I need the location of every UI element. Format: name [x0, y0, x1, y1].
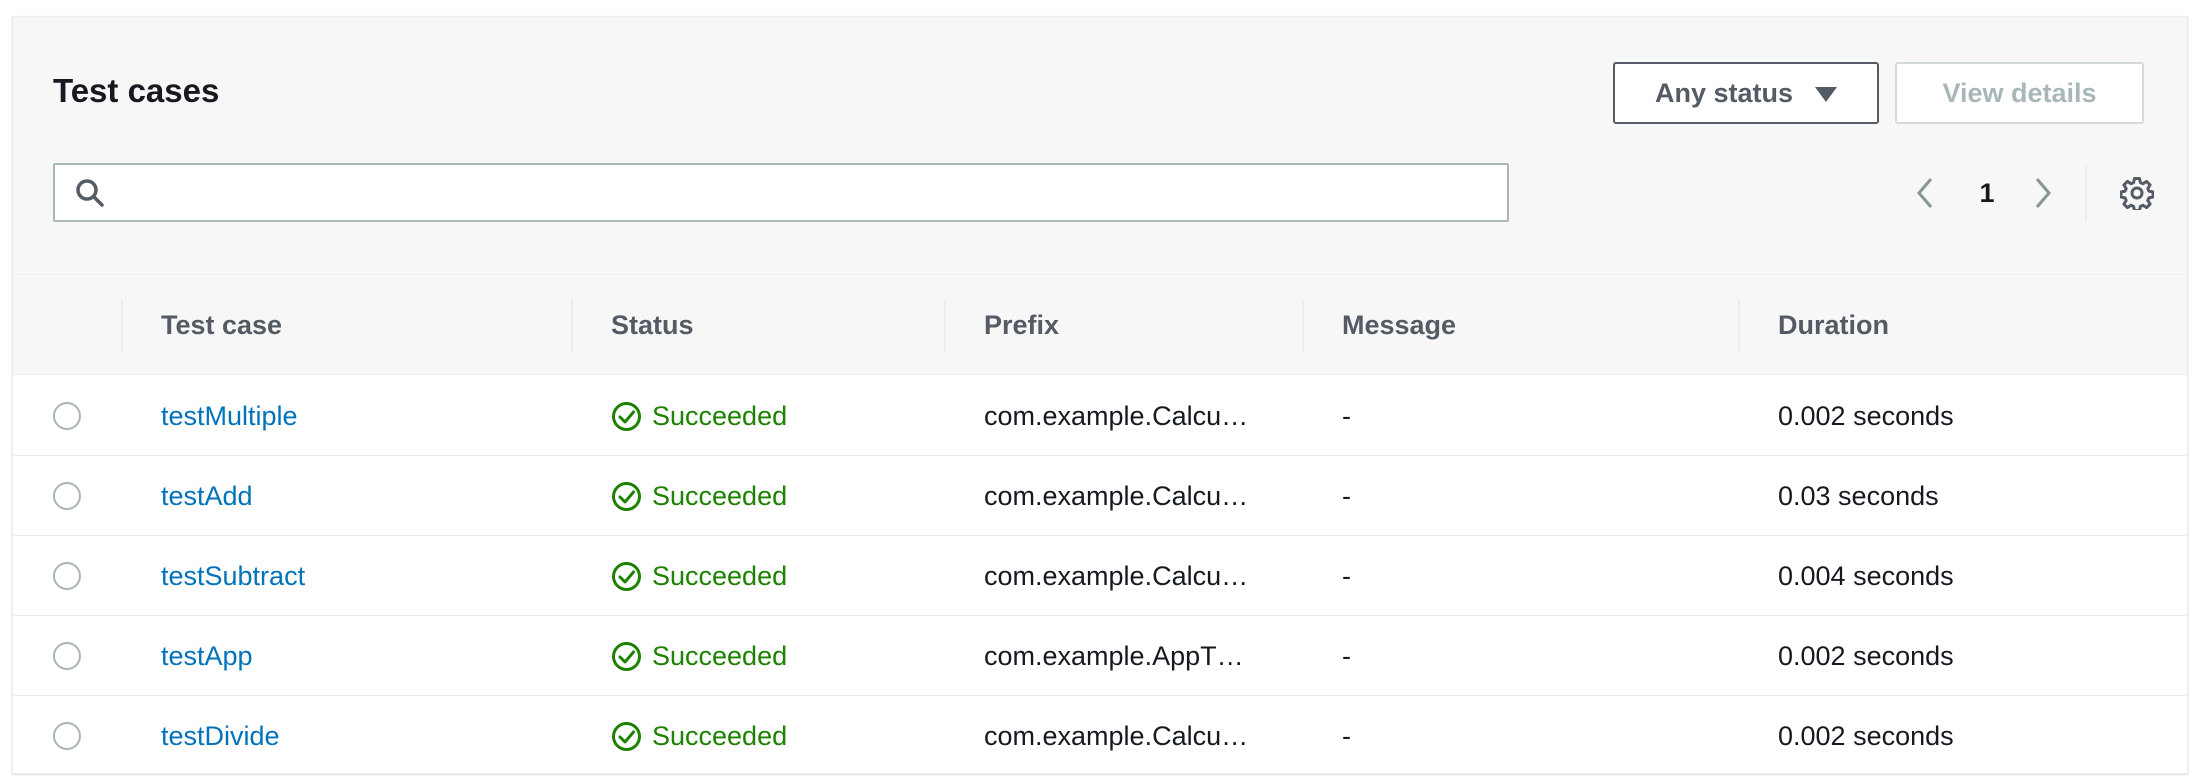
message-cell: -: [1342, 640, 1351, 671]
status-filter-dropdown[interactable]: Any status: [1613, 62, 1879, 124]
row-select-radio[interactable]: [53, 642, 81, 670]
table-row: testMultiple Succeeded com.example.Calcu…: [13, 376, 2187, 456]
status-text: Succeeded: [652, 400, 788, 431]
status-cell: Succeeded: [611, 536, 787, 616]
check-circle-icon: [612, 481, 641, 511]
check-circle-icon: [612, 721, 641, 751]
message-cell: -: [1342, 720, 1351, 751]
search-icon: [76, 179, 104, 207]
gear-icon[interactable]: [2120, 176, 2154, 210]
message-cell: -: [1342, 400, 1351, 431]
prefix-cell: com.example.Calcu…: [984, 401, 1249, 431]
duration-cell: 0.004 seconds: [1778, 560, 1954, 591]
check-circle-icon: [612, 561, 641, 591]
column-header-status[interactable]: Status: [571, 276, 944, 375]
test-case-link[interactable]: testMultiple: [161, 376, 298, 456]
page-title: Test cases: [53, 72, 220, 109]
column-header-duration[interactable]: Duration: [1738, 276, 2187, 375]
panel-header: Test cases Any status View details 1: [13, 17, 2187, 275]
row-select-radio[interactable]: [53, 562, 81, 590]
table-row: testApp Succeeded com.example.AppT… - 0.…: [13, 616, 2187, 696]
row-select-radio[interactable]: [53, 402, 81, 430]
view-details-button[interactable]: View details: [1895, 62, 2144, 124]
status-text: Succeeded: [652, 480, 788, 511]
check-circle-icon: [612, 401, 641, 431]
check-circle-icon: [612, 641, 641, 671]
test-cases-panel: Test cases Any status View details 1 Tes…: [12, 16, 2188, 774]
chevron-left-icon[interactable]: [1911, 173, 1939, 213]
prefix-cell: com.example.Calcu…: [984, 561, 1249, 591]
message-cell: -: [1342, 480, 1351, 511]
status-text: Succeeded: [652, 640, 788, 671]
pager-divider: [2085, 165, 2087, 221]
status-text: Succeeded: [652, 720, 788, 751]
table-row: testAdd Succeeded com.example.Calcu… - 0…: [13, 456, 2187, 536]
prefix-cell: com.example.Calcu…: [984, 721, 1249, 751]
duration-cell: 0.03 seconds: [1778, 480, 1939, 511]
status-text: Succeeded: [652, 560, 788, 591]
test-case-link[interactable]: testDivide: [161, 696, 280, 773]
status-filter-label: Any status: [1654, 77, 1794, 108]
caret-down-icon: [1815, 87, 1838, 102]
row-select-radio[interactable]: [53, 482, 81, 510]
test-case-link[interactable]: testSubtract: [161, 536, 305, 616]
search-box[interactable]: [53, 163, 1509, 222]
prefix-cell: com.example.AppT…: [984, 641, 1244, 671]
column-header-prefix[interactable]: Prefix: [944, 276, 1302, 375]
test-case-link[interactable]: testAdd: [161, 456, 253, 536]
message-cell: -: [1342, 560, 1351, 591]
prefix-cell: com.example.Calcu…: [984, 481, 1249, 511]
status-cell: Succeeded: [611, 376, 787, 456]
view-details-label: View details: [1942, 77, 2097, 108]
duration-cell: 0.002 seconds: [1778, 400, 1954, 431]
row-select-radio[interactable]: [53, 722, 81, 750]
search-input[interactable]: [119, 165, 1499, 220]
status-cell: Succeeded: [611, 616, 787, 696]
duration-cell: 0.002 seconds: [1778, 640, 1954, 671]
status-cell: Succeeded: [611, 696, 788, 773]
column-header-message[interactable]: Message: [1302, 276, 1738, 375]
column-header-test-case[interactable]: Test case: [121, 276, 571, 375]
table-header: Test case Status Prefix Message Duration: [13, 276, 2187, 375]
chevron-right-icon[interactable]: [2029, 173, 2057, 213]
page-number[interactable]: 1: [1965, 173, 2009, 213]
table-row: testDivide Succeeded com.example.Calcu… …: [13, 696, 2187, 773]
duration-cell: 0.002 seconds: [1778, 720, 1954, 751]
table-row: testSubtract Succeeded com.example.Calcu…: [13, 536, 2187, 616]
test-case-link[interactable]: testApp: [161, 616, 253, 696]
status-cell: Succeeded: [611, 456, 787, 536]
